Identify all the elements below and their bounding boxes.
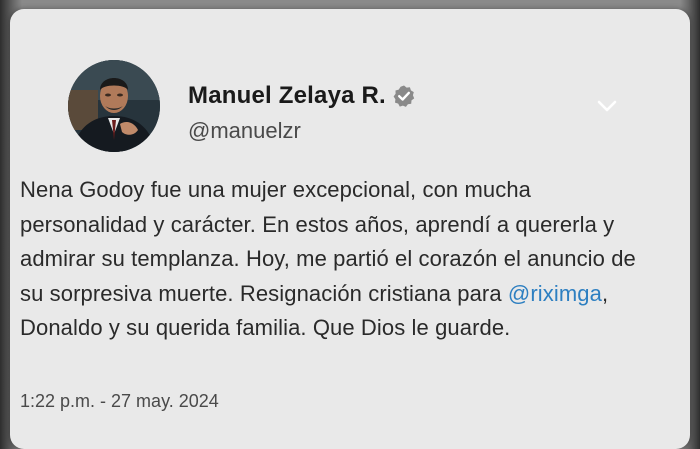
- author-handle[interactable]: @manuelzr: [188, 118, 301, 144]
- avatar[interactable]: [68, 60, 160, 152]
- tweet-card: Manuel Zelaya R. @manuelzr Nena Godoy fu…: [10, 9, 690, 449]
- tweet-timestamp[interactable]: 1:22 p.m. - 27 may. 2024: [20, 391, 219, 412]
- verified-badge-icon: [392, 84, 416, 108]
- author-name[interactable]: Manuel Zelaya R.: [188, 82, 386, 110]
- tweet-text: Nena Godoy fue una mujer excepcional, co…: [20, 173, 660, 346]
- author-row: Manuel Zelaya R.: [188, 82, 416, 110]
- avatar-photo: [68, 60, 160, 152]
- mention-link[interactable]: @riximga: [508, 281, 602, 306]
- chevron-down-icon[interactable]: [594, 95, 620, 117]
